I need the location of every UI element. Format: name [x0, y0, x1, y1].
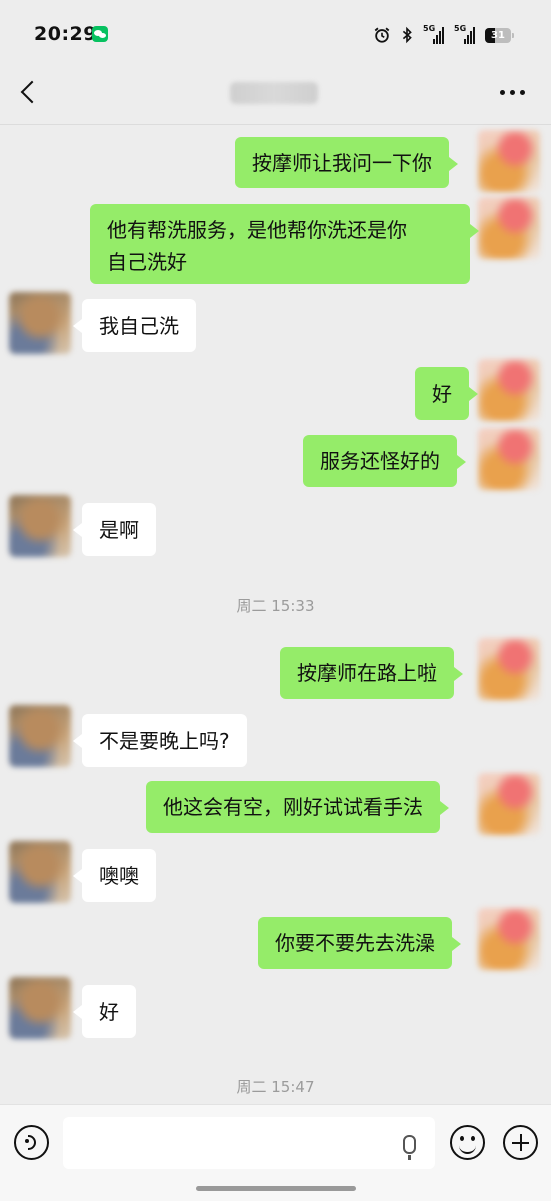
timestamp: 周二 15:47	[236, 1078, 315, 1096]
mic-icon[interactable]	[403, 1135, 416, 1160]
avatar-contact[interactable]	[9, 292, 71, 354]
message-bubble-self[interactable]: 好	[415, 367, 478, 420]
timestamp: 周二 15:33	[236, 597, 315, 615]
chat-header	[0, 64, 551, 125]
message-bubble-self[interactable]: 服务还怪好的	[303, 435, 466, 487]
message-bubble-contact[interactable]: 噢噢	[73, 849, 156, 902]
message-bubble-self[interactable]: 他这会有空，刚好试试看手法	[146, 781, 449, 833]
status-bar: 20:29 5G 5G 31	[0, 0, 551, 64]
message-bubble-self[interactable]: 按摩师在路上啦	[280, 647, 463, 699]
avatar-contact[interactable]	[9, 495, 71, 557]
message-bubble-self[interactable]: 你要不要先去洗澡	[258, 917, 461, 969]
signal-icon: 5G	[423, 24, 447, 44]
home-indicator	[196, 1186, 356, 1191]
wechat-icon	[92, 26, 108, 42]
message-bubble-contact[interactable]: 不是要晚上吗?	[73, 714, 247, 767]
avatar-self[interactable]	[478, 130, 540, 192]
avatar-self[interactable]	[478, 197, 540, 259]
alarm-icon	[374, 27, 390, 43]
avatar-contact[interactable]	[9, 705, 71, 767]
avatar-contact[interactable]	[9, 841, 71, 903]
avatar-contact[interactable]	[9, 977, 71, 1039]
avatar-self[interactable]	[478, 638, 540, 700]
message-bubble-contact[interactable]: 是啊	[73, 503, 156, 556]
more-icon[interactable]	[500, 90, 525, 95]
chevron-left-icon[interactable]	[20, 80, 44, 104]
chat-title-blurred	[230, 82, 318, 104]
input-bar	[0, 1104, 551, 1201]
emoji-icon[interactable]	[450, 1125, 485, 1160]
avatar-self[interactable]	[478, 359, 540, 421]
message-bubble-contact[interactable]: 我自己洗	[73, 299, 196, 352]
voice-icon[interactable]	[14, 1125, 49, 1160]
avatar-self[interactable]	[478, 428, 540, 490]
battery-icon: 31	[485, 27, 514, 43]
message-bubble-self[interactable]: 他有帮洗服务，是他帮你洗还是你 自己洗好	[90, 204, 479, 284]
avatar-self[interactable]	[478, 908, 540, 970]
message-bubble-self[interactable]: 按摩师让我问一下你	[235, 137, 458, 188]
bluetooth-icon	[402, 26, 412, 44]
battery-level: 31	[491, 29, 505, 41]
network-label: 5G	[454, 24, 467, 33]
system-icons: 5G 5G 31	[373, 23, 514, 47]
message-input[interactable]	[63, 1117, 435, 1169]
signal-icon: 5G	[454, 24, 478, 44]
status-time: 20:29	[34, 23, 97, 45]
plus-icon[interactable]	[503, 1125, 538, 1160]
avatar-self[interactable]	[478, 773, 540, 835]
message-bubble-contact[interactable]: 好	[73, 985, 136, 1038]
network-label: 5G	[423, 24, 436, 33]
